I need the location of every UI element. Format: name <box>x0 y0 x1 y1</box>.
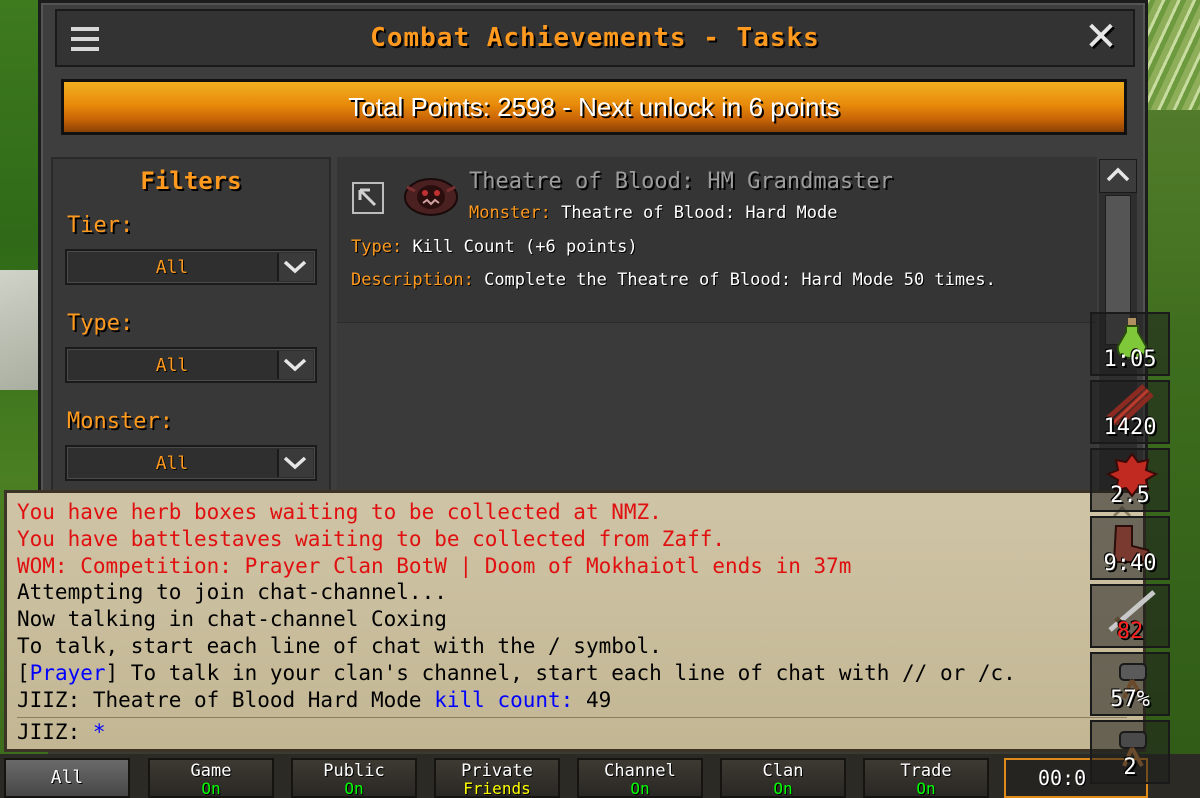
boosts-panel: 1:05 1420 2.5 9:40 82 57% 2 <box>1090 312 1170 798</box>
chatbox: You have herb boxes waiting to be collec… <box>4 490 1146 752</box>
boost-value: 82 <box>1116 619 1144 644</box>
clan-line-text: ] To talk in your clan's channel, start … <box>105 660 1016 685</box>
task-card[interactable]: Theatre of Blood: HM Grandmaster Monster… <box>337 157 1097 323</box>
tab-label: Game <box>190 761 232 781</box>
boost-slot: 2.5 <box>1090 448 1170 512</box>
monster-key: Monster: <box>469 203 551 223</box>
chat-line: You have battlestaves waiting to be coll… <box>17 526 726 551</box>
chat-line: You have herb boxes waiting to be collec… <box>17 500 662 524</box>
task-monster: Monster: Theatre of Blood: Hard Mode <box>469 203 837 223</box>
close-icon[interactable]: ✕ <box>1081 17 1121 57</box>
chat-input-prefix: JIIZ: <box>17 720 93 744</box>
clan-name: Prayer <box>29 660 106 685</box>
boost-slot: 57% <box>1090 652 1170 716</box>
tab-label: Trade <box>900 761 952 781</box>
tab-label: Private <box>461 761 533 781</box>
chevron-down-icon <box>277 253 313 281</box>
kill-count-line: JIIZ: Theatre of Blood Hard Mode kill co… <box>17 687 1016 714</box>
tier-filter-dropdown[interactable]: All <box>65 249 317 285</box>
type-value: Kill Count (+6 points) <box>412 237 638 257</box>
boost-value: 2.5 <box>1110 483 1150 508</box>
window-titlebar: Combat Achievements - Tasks ✕ <box>55 9 1135 67</box>
total-points-text: Total Points: 2598 - Next unlock in 6 po… <box>348 92 840 122</box>
tab-status: Friends <box>463 779 531 798</box>
boost-value: 1420 <box>1103 415 1157 440</box>
task-name: Theatre of Blood: HM Grandmaster <box>469 169 893 194</box>
chevron-down-icon <box>277 449 313 477</box>
chevron-down-icon <box>277 351 313 379</box>
type-filter-label: Type: <box>67 311 134 336</box>
monster-filter-dropdown[interactable]: All <box>65 445 317 481</box>
tab-status: On <box>201 779 221 798</box>
chat-line: To talk, start each line of chat with th… <box>17 633 662 658</box>
filters-panel: Filters Tier: All Type: All Monster: All <box>51 157 331 497</box>
combat-achievements-window: Combat Achievements - Tasks ✕ Total Poin… <box>38 0 1148 500</box>
chat-tabs: All Game On Public On Private Friends Chann… <box>0 754 1200 798</box>
monster-filter-value: All <box>155 453 189 474</box>
boost-slot: 82 <box>1090 584 1170 648</box>
tab-label: Clan <box>762 761 804 781</box>
monster-filter-label: Monster: <box>67 409 173 434</box>
kc-label: kill count: <box>434 687 574 712</box>
tab-label: Public <box>323 761 385 781</box>
type-filter-dropdown[interactable]: All <box>65 347 317 383</box>
boost-slot: 1420 <box>1090 380 1170 444</box>
tab-label: All <box>50 767 84 788</box>
chat-line: Now talking in chat-channel Coxing <box>17 607 447 632</box>
bracket-open: [ <box>17 660 30 685</box>
tier-filter-value: All <box>155 257 189 278</box>
type-key: Type: <box>351 237 403 257</box>
tab-all[interactable]: All <box>4 758 130 798</box>
description-value: Complete the Theatre of Blood: Hard Mode… <box>484 270 996 290</box>
boost-value: 9:40 <box>1103 551 1157 576</box>
task-list: Theatre of Blood: HM Grandmaster Monster… <box>337 157 1097 497</box>
chat-line: Attempting to join chat-channel... <box>17 580 447 605</box>
tab-status: On <box>630 779 650 798</box>
tab-trade[interactable]: Trade On <box>863 758 989 798</box>
boost-value: 57% <box>1110 687 1150 712</box>
boost-slot: 2 <box>1090 720 1170 784</box>
monster-value: Theatre of Blood: Hard Mode <box>561 203 838 223</box>
tab-status: On <box>916 779 936 798</box>
tab-label: Channel <box>604 761 676 781</box>
kc-value: 49 <box>573 687 612 712</box>
boost-value: 2 <box>1123 755 1137 780</box>
scroll-up-icon[interactable] <box>1099 159 1137 193</box>
chat-input[interactable]: JIIZ: * <box>17 717 1127 744</box>
clan-chat-line: [Prayer] To talk in your clan's channel,… <box>17 660 1016 687</box>
tab-private[interactable]: Private Friends <box>434 758 560 798</box>
chat-messages: You have herb boxes waiting to be collec… <box>17 499 1016 713</box>
chat-input-cursor: * <box>92 720 106 744</box>
window-title: Combat Achievements - Tasks <box>370 23 820 53</box>
tier-filter-label: Tier: <box>67 213 134 238</box>
tab-status: On <box>773 779 793 798</box>
boost-slot: 1:05 <box>1090 312 1170 376</box>
total-points-bar: Total Points: 2598 - Next unlock in 6 po… <box>61 79 1127 135</box>
theatre-of-blood-boss-icon <box>401 173 461 219</box>
chat-line: WOM: Competition: Prayer Clan BotW | Doo… <box>17 553 852 578</box>
tab-game[interactable]: Game On <box>148 758 274 798</box>
type-filter-value: All <box>155 355 189 376</box>
task-type: Type: Kill Count (+6 points) <box>351 237 638 257</box>
boost-slot: 9:40 <box>1090 516 1170 580</box>
tab-clan[interactable]: Clan On <box>720 758 846 798</box>
tab-public[interactable]: Public On <box>291 758 417 798</box>
tree-foliage <box>1140 0 1200 110</box>
open-wiki-icon[interactable] <box>351 181 385 215</box>
kc-prefix: JIIZ: Theatre of Blood Hard Mode <box>17 687 435 712</box>
filters-heading: Filters <box>140 167 242 195</box>
task-description: Description: Complete the Theatre of Blo… <box>351 271 1041 290</box>
description-key: Description: <box>351 270 474 290</box>
tab-channel[interactable]: Channel On <box>577 758 703 798</box>
tab-status: On <box>344 779 364 798</box>
boost-value: 1:05 <box>1103 347 1157 372</box>
